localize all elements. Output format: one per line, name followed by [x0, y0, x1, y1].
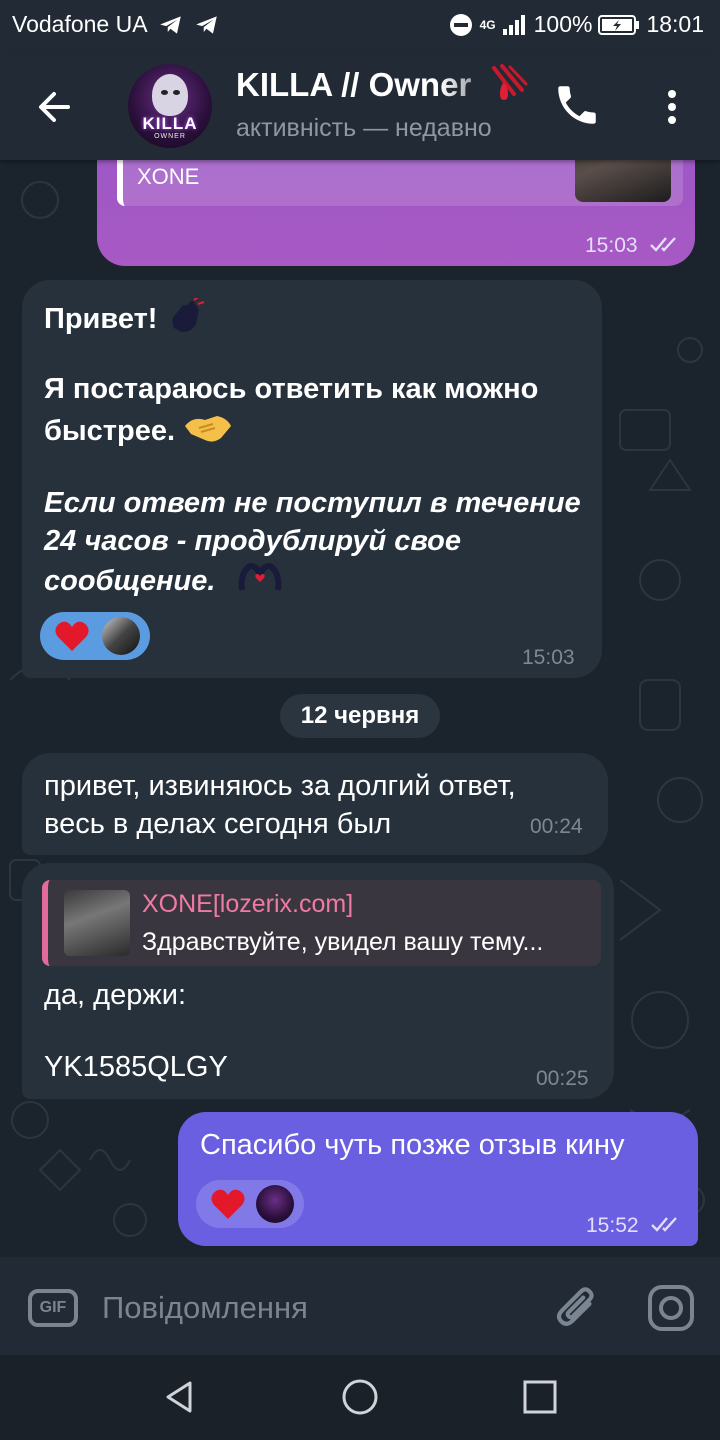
chat-header: KILLA OWNER KILLA // Owner активність — …	[0, 52, 720, 160]
reactor-avatar	[102, 617, 140, 655]
avatar-text: KILLA	[142, 114, 198, 133]
status-bar-right: 4G 100% 18:01	[448, 11, 704, 38]
gif-icon[interactable]: GIF	[28, 1289, 78, 1327]
camera-icon[interactable]	[646, 1283, 696, 1333]
outgoing-message-bubble[interactable]: XONE 15:03	[97, 160, 695, 266]
message-line: 24 часов - продублируй свое	[44, 525, 461, 557]
message-text: Спасибо чуть позже отзыв кину	[200, 1129, 625, 1161]
nav-recents-icon[interactable]	[522, 1379, 558, 1415]
reply-preview-thumbnail	[575, 160, 671, 202]
avatar[interactable]: KILLA OWNER	[128, 64, 212, 148]
reactor-avatar	[256, 1185, 294, 1223]
blood-drop-icon	[492, 64, 528, 100]
reaction-pill[interactable]	[40, 612, 150, 660]
incoming-message-bubble[interactable]: Привет! Я постараюсь ответить как можно …	[22, 280, 602, 678]
message-time: 15:03	[585, 234, 638, 257]
message-line: весь в делах сегодня был	[44, 808, 392, 840]
waving-hand-icon	[171, 295, 204, 332]
message-time: 15:03	[522, 646, 575, 669]
reaction-pill[interactable]	[196, 1180, 304, 1228]
chat-status: активність — недавно	[236, 114, 492, 142]
message-text: привет, извиняюсь за долгий ответ, весь …	[44, 767, 614, 843]
paperclip-icon[interactable]	[552, 1281, 602, 1335]
avatar-mask-shape	[152, 74, 188, 116]
battery-charging-icon	[598, 14, 640, 35]
message-line: быстрее.	[44, 415, 176, 447]
battery-percent: 100%	[533, 11, 593, 37]
quoted-reply-author: XONE[lozerix.com]	[142, 890, 354, 918]
phone-icon[interactable]	[552, 80, 602, 130]
message-text: Я постараюсь ответить как можно быстрее.	[44, 370, 594, 450]
back-arrow-icon[interactable]	[28, 80, 82, 134]
reply-preview[interactable]: XONE	[117, 160, 683, 206]
heart-hands-icon	[238, 562, 281, 591]
signal-icon	[502, 14, 525, 35]
reply-preview-name: XONE	[137, 164, 200, 184]
nav-home-icon[interactable]	[340, 1377, 380, 1417]
dnd-icon	[449, 13, 472, 36]
message-line: Я постараюсь ответить как можно	[44, 373, 539, 405]
system-nav-bar	[0, 1355, 720, 1440]
avatar-eye	[173, 90, 180, 95]
message-line: привет, извиняюсь за долгий ответ,	[44, 770, 516, 802]
clock: 18:01	[646, 11, 704, 37]
message-input[interactable]	[100, 1281, 524, 1335]
message-input-bar: GIF	[0, 1257, 720, 1355]
heart-icon	[55, 621, 89, 651]
message-text-italic: Если ответ не поступил в течение 24 часо…	[44, 484, 594, 600]
outgoing-message-bubble[interactable]: Спасибо чуть позже отзыв кину 15:52	[178, 1112, 698, 1246]
message-text: Привет!	[44, 295, 206, 338]
date-separator: 12 червня	[280, 694, 440, 738]
network-type: 4G	[479, 17, 496, 32]
carrier-name: Vodafone UA	[12, 11, 148, 37]
message-time: 00:24	[530, 815, 583, 838]
avatar-subtext: OWNER	[154, 133, 186, 140]
quoted-reply-text: Здравствуйте, увидел вашу тему...	[142, 928, 544, 956]
status-bar: Vodafone UA 4G 100% 18:01	[0, 0, 720, 52]
message-time: 15:52	[586, 1214, 639, 1237]
quoted-reply[interactable]: XONE[lozerix.com] Здравствуйте, увидел в…	[42, 880, 601, 966]
heart-icon	[211, 1189, 245, 1219]
quoted-reply-thumbnail	[64, 890, 130, 956]
double-check-icon	[650, 237, 676, 252]
status-bar-left: Vodafone UA	[12, 11, 220, 38]
handshake-icon	[185, 416, 232, 442]
nav-back-icon[interactable]	[160, 1377, 200, 1417]
avatar-eye	[161, 90, 168, 95]
message-text: да, держи:	[44, 979, 186, 1011]
greeting-line: Привет!	[44, 303, 158, 335]
telegram-icon	[159, 15, 181, 34]
message-line: сообщение.	[44, 565, 216, 597]
more-vertical-icon[interactable]	[654, 82, 690, 132]
promo-code-text[interactable]: YK1585QLGY	[44, 1048, 228, 1086]
double-check-icon	[651, 1217, 677, 1232]
telegram-icon	[195, 15, 217, 34]
incoming-message-bubble[interactable]: привет, извиняюсь за долгий ответ, весь …	[22, 753, 608, 855]
chat-area[interactable]: XONE 15:03 Привет! Я постараюсь ответить…	[0, 160, 720, 1257]
message-line: Если ответ не поступил в течение	[44, 487, 581, 519]
message-time: 00:25	[536, 1067, 589, 1090]
